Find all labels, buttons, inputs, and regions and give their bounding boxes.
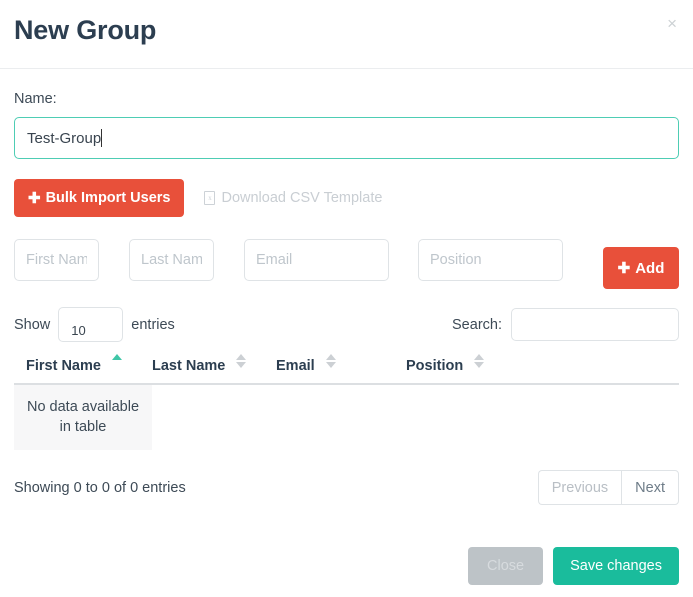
download-csv-template-link[interactable]: x Download CSV Template [204, 190, 382, 206]
modal-body: Name: ✚ Bulk Import Users x Download CSV… [0, 69, 693, 506]
datatable-controls: Show 10 entries Search: [14, 307, 679, 342]
empty-filler-cell [152, 384, 276, 450]
table-header-row: First Name Last Name Email Position [14, 354, 679, 385]
download-csv-template-label: Download CSV Template [221, 190, 383, 206]
plus-icon: ✚ [28, 189, 41, 207]
column-header-last-name-label: Last Name [152, 358, 226, 374]
search-label: Search: [452, 316, 502, 333]
column-header-position[interactable]: Position [406, 354, 546, 385]
column-header-email[interactable]: Email [276, 354, 406, 385]
close-button[interactable]: Close [468, 547, 544, 585]
search-input[interactable] [511, 308, 679, 341]
bulk-import-users-label: Bulk Import Users [45, 189, 171, 206]
table-body: No data available in table [14, 384, 679, 451]
bulk-import-users-button[interactable]: ✚ Bulk Import Users [14, 179, 185, 217]
empty-filler-cell [276, 384, 406, 450]
close-icon[interactable]: × [663, 13, 681, 34]
sort-both-icon [325, 354, 336, 369]
add-user-button[interactable]: ✚ Add [603, 247, 679, 289]
entries-label: entries [131, 316, 175, 333]
column-header-first-name-label: First Name [26, 358, 101, 374]
name-label: Name: [14, 91, 57, 107]
column-header-position-label: Position [406, 358, 464, 374]
modal-header: New Group × [0, 0, 693, 69]
pagination: Previous Next [537, 470, 679, 506]
users-table: First Name Last Name Email Position No d… [14, 354, 679, 451]
datatable-info: Showing 0 to 0 of 0 entries [14, 479, 186, 496]
pagination-previous-button[interactable]: Previous [537, 470, 622, 506]
page-title: New Group [14, 15, 157, 45]
position-input[interactable] [418, 239, 563, 281]
bulk-import-row: ✚ Bulk Import Users x Download CSV Templ… [14, 179, 679, 217]
email-input[interactable] [244, 239, 389, 281]
empty-filler-cell [406, 384, 546, 450]
datatable-length: Show 10 entries [14, 307, 175, 342]
table-head: First Name Last Name Email Position [14, 354, 679, 385]
group-name-input[interactable] [14, 117, 679, 159]
column-header-spacer [546, 358, 679, 385]
empty-filler-cell [546, 384, 679, 450]
save-changes-button[interactable]: Save changes [553, 547, 679, 585]
column-header-last-name[interactable]: Last Name [152, 354, 276, 385]
sort-both-icon [236, 354, 247, 369]
file-excel-icon: x [204, 191, 216, 205]
add-user-label: Add [635, 259, 665, 277]
column-header-email-label: Email [276, 358, 315, 374]
plus-icon: ✚ [617, 259, 631, 277]
modal-footer: Close Save changes [0, 535, 693, 597]
entries-per-page-select[interactable]: 10 [58, 307, 124, 342]
pagination-next-button[interactable]: Next [621, 470, 679, 506]
datatable-filter: Search: [452, 308, 679, 341]
datatable-footer: Showing 0 to 0 of 0 entries Previous Nex… [14, 470, 679, 506]
column-header-first-name[interactable]: First Name [14, 354, 152, 385]
text-caret [101, 129, 102, 147]
show-label: Show [14, 316, 51, 333]
sort-both-icon [474, 354, 485, 369]
last-name-input[interactable] [129, 239, 214, 281]
empty-table-message: No data available in table [14, 384, 152, 451]
sort-ascending-icon [111, 354, 122, 368]
first-name-input[interactable] [14, 239, 99, 281]
name-field-wrapper [14, 117, 679, 159]
table-row: No data available in table [14, 384, 679, 451]
user-entry-row: ✚ Add [14, 239, 679, 289]
